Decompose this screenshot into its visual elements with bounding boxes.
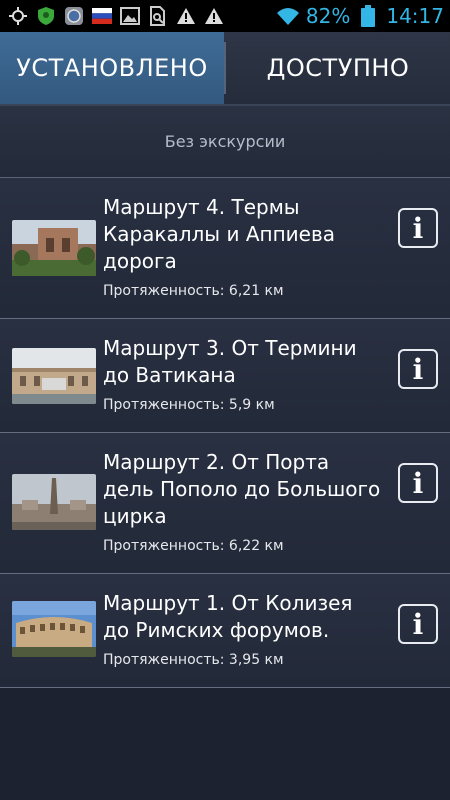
- baths-of-caracalla-image: [12, 220, 96, 276]
- route-text: Маршрут 2. От Порта дель Пополо до Больш…: [103, 449, 383, 554]
- status-bar: 82% 14:17: [0, 0, 450, 32]
- termini-fountain-image: [12, 348, 96, 404]
- list-item[interactable]: Маршрут 3. От Термини до Ватикана Протяж…: [0, 319, 450, 433]
- list-item[interactable]: Маршрут 1. От Колизея до Римских форумов…: [0, 574, 450, 688]
- route-title: Маршрут 2. От Порта дель Пополо до Больш…: [103, 450, 381, 528]
- info-icon: i: [412, 352, 424, 386]
- info-button[interactable]: i: [398, 208, 438, 248]
- gps-icon: [6, 4, 30, 28]
- tab-installed[interactable]: УСТАНОВЛЕНО: [0, 32, 224, 104]
- route-length: Протяженность: 5,9 км: [103, 397, 275, 413]
- search-file-icon: [146, 4, 170, 28]
- shield-icon: [34, 4, 58, 28]
- route-title: Маршрут 3. От Термини до Ватикана: [103, 336, 357, 387]
- route-title: Маршрут 1. От Колизея до Римских форумов…: [103, 591, 353, 642]
- info-icon: i: [412, 466, 424, 500]
- list-item[interactable]: Маршрут 2. От Порта дель Пополо до Больш…: [0, 433, 450, 574]
- route-text: Маршрут 1. От Колизея до Римских форумов…: [103, 590, 383, 668]
- route-length: Протяженность: 3,95 км: [103, 652, 284, 668]
- warning-icon: [174, 4, 198, 28]
- route-length: Протяженность: 6,22 км: [103, 538, 284, 554]
- battery-icon: [356, 4, 380, 28]
- piazza-del-popolo-obelisk-image: [12, 474, 96, 530]
- tab-available[interactable]: ДОСТУПНО: [226, 32, 450, 104]
- route-title: Маршрут 4. Термы Каракаллы и Аппиева дор…: [103, 195, 335, 273]
- battery-percent: 82%: [305, 4, 351, 28]
- image-icon: [118, 4, 142, 28]
- wifi-icon: [276, 4, 300, 28]
- list-item[interactable]: Маршрут 4. Термы Каракаллы и Аппиева дор…: [0, 178, 450, 319]
- system-status: 82% 14:17: [276, 4, 444, 28]
- flag-icon: [90, 4, 114, 28]
- info-icon: i: [412, 211, 424, 245]
- tab-bar: УСТАНОВЛЕНО ДОСТУПНО: [0, 32, 450, 106]
- route-text: Маршрут 3. От Термини до Ватикана Протяж…: [103, 335, 383, 413]
- notification-icons: [6, 4, 226, 28]
- info-button[interactable]: i: [398, 604, 438, 644]
- route-text: Маршрут 4. Термы Каракаллы и Аппиева дор…: [103, 194, 383, 299]
- browser-icon: [62, 4, 86, 28]
- clock: 14:17: [386, 4, 444, 28]
- info-icon: i: [412, 607, 424, 641]
- warning-icon: [202, 4, 226, 28]
- route-length: Протяженность: 6,21 км: [103, 283, 284, 299]
- info-button[interactable]: i: [398, 349, 438, 389]
- colosseum-image: [12, 601, 96, 657]
- route-list: Маршрут 4. Термы Каракаллы и Аппиева дор…: [0, 178, 450, 688]
- info-button[interactable]: i: [398, 463, 438, 503]
- section-header: Без экскурсии: [0, 106, 450, 178]
